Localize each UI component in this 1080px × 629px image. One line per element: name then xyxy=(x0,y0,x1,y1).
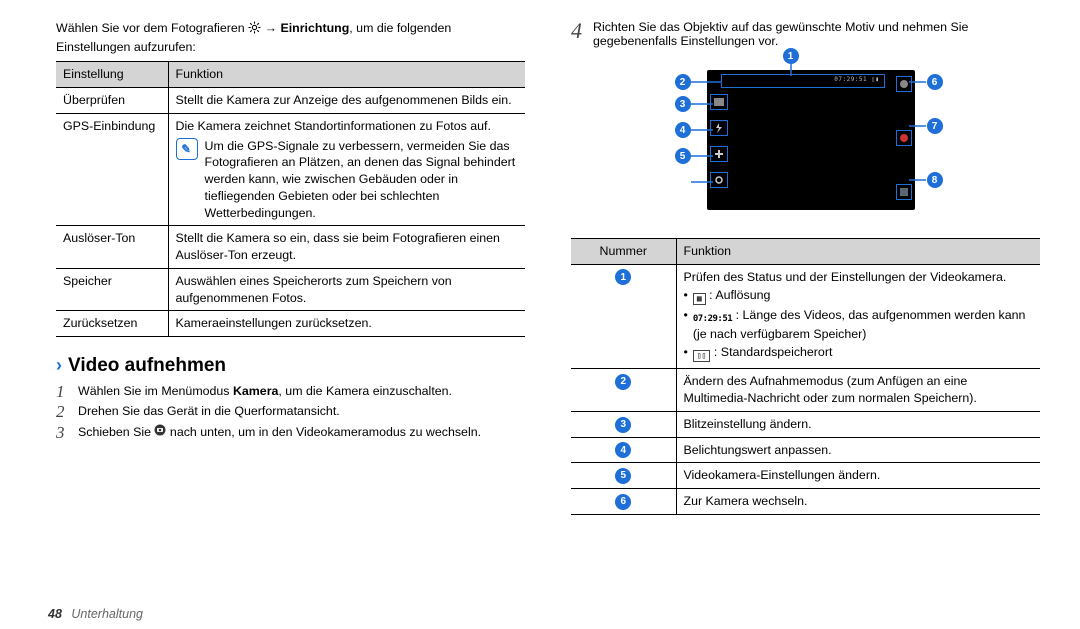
camera-viewfinder-diagram: 07:29:51 ▯▮ xyxy=(661,54,951,224)
time-icon: 07:29:51 xyxy=(693,313,732,325)
number-badge: 4 xyxy=(615,442,631,458)
chevron-right-icon: › xyxy=(56,355,62,376)
number-badge: 3 xyxy=(615,417,631,433)
gear-icon xyxy=(248,21,261,39)
table-row: 2Ändern des Aufnahmemodus (zum Anfügen a… xyxy=(571,369,1040,411)
callout-5: 5 xyxy=(675,148,691,164)
settings-icon xyxy=(710,172,728,188)
exposure-icon xyxy=(710,146,728,162)
mode-icon xyxy=(710,94,728,110)
table-row: 4Belichtungswert anpassen. xyxy=(571,437,1040,463)
number-badge: 6 xyxy=(615,494,631,510)
flash-icon xyxy=(710,120,728,136)
steps-list: 1 Wählen Sie im Menümodus Kamera, um die… xyxy=(56,383,525,441)
section-name: Unterhaltung xyxy=(71,607,143,621)
callout-3: 3 xyxy=(675,96,691,112)
step-number: 1 xyxy=(56,383,70,400)
step-number: 4 xyxy=(571,20,585,48)
number-badge: 1 xyxy=(615,269,631,285)
table-row: GPS-Einbindung Die Kamera zeichnet Stand… xyxy=(56,113,525,225)
note-icon: ✎ xyxy=(176,138,198,160)
callout-1: 1 xyxy=(783,48,799,64)
callout-table: NummerFunktion 1 Prüfen des Status und d… xyxy=(571,238,1040,515)
number-badge: 2 xyxy=(615,374,631,390)
table-row: 3Blitzeinstellung ändern. xyxy=(571,411,1040,437)
settings-table: EinstellungFunktion ÜberprüfenStellt die… xyxy=(56,61,525,337)
section-heading: › Video aufnehmen xyxy=(56,355,525,377)
th-function: Funktion xyxy=(676,239,1040,265)
th-function: Funktion xyxy=(168,62,525,88)
record-icon xyxy=(896,130,912,146)
table-row: 1 Prüfen des Status und der Einstellunge… xyxy=(571,264,1040,369)
list-item: 1 Wählen Sie im Menümodus Kamera, um die… xyxy=(56,383,525,400)
table-row: ÜberprüfenStellt die Kamera zur Anzeige … xyxy=(56,88,525,114)
callout-4: 4 xyxy=(675,122,691,138)
step-4: 4 Richten Sie das Objektiv auf das gewün… xyxy=(571,20,1040,48)
callout-6: 6 xyxy=(927,74,943,90)
page-footer: 48 Unterhaltung xyxy=(48,607,143,621)
callout-7: 7 xyxy=(927,118,943,134)
step-number: 2 xyxy=(56,403,70,420)
camera-switch-icon xyxy=(154,425,166,439)
list-item: 2Drehen Sie das Gerät in die Querformata… xyxy=(56,403,525,420)
page-number: 48 xyxy=(48,607,62,621)
table-row: Auslöser-TonStellt die Kamera so ein, da… xyxy=(56,226,525,268)
table-row: ZurücksetzenKameraeinstellungen zurückse… xyxy=(56,311,525,337)
storage-icon: ▯▯ xyxy=(693,350,711,362)
table-row: SpeicherAuswählen eines Speicherorts zum… xyxy=(56,268,525,310)
th-number: Nummer xyxy=(571,239,676,265)
th-setting: Einstellung xyxy=(56,62,168,88)
switch-camera-icon xyxy=(896,76,912,92)
table-row: 5Videokamera-Einstellungen ändern. xyxy=(571,463,1040,489)
gallery-icon xyxy=(896,184,912,200)
resolution-icon: ▦ xyxy=(693,293,706,305)
callout-2: 2 xyxy=(675,74,691,90)
table-row: 6Zur Kamera wechseln. xyxy=(571,489,1040,515)
list-item: 3 Schieben Sie nach unten, um in den Vid… xyxy=(56,424,525,441)
intro-text: Wählen Sie vor dem Fotografieren → Einri… xyxy=(56,20,525,55)
note-block: ✎ Um die GPS-Signale zu verbessern, verm… xyxy=(176,138,519,222)
number-badge: 5 xyxy=(615,468,631,484)
step-number: 3 xyxy=(56,424,70,441)
callout-8: 8 xyxy=(927,172,943,188)
